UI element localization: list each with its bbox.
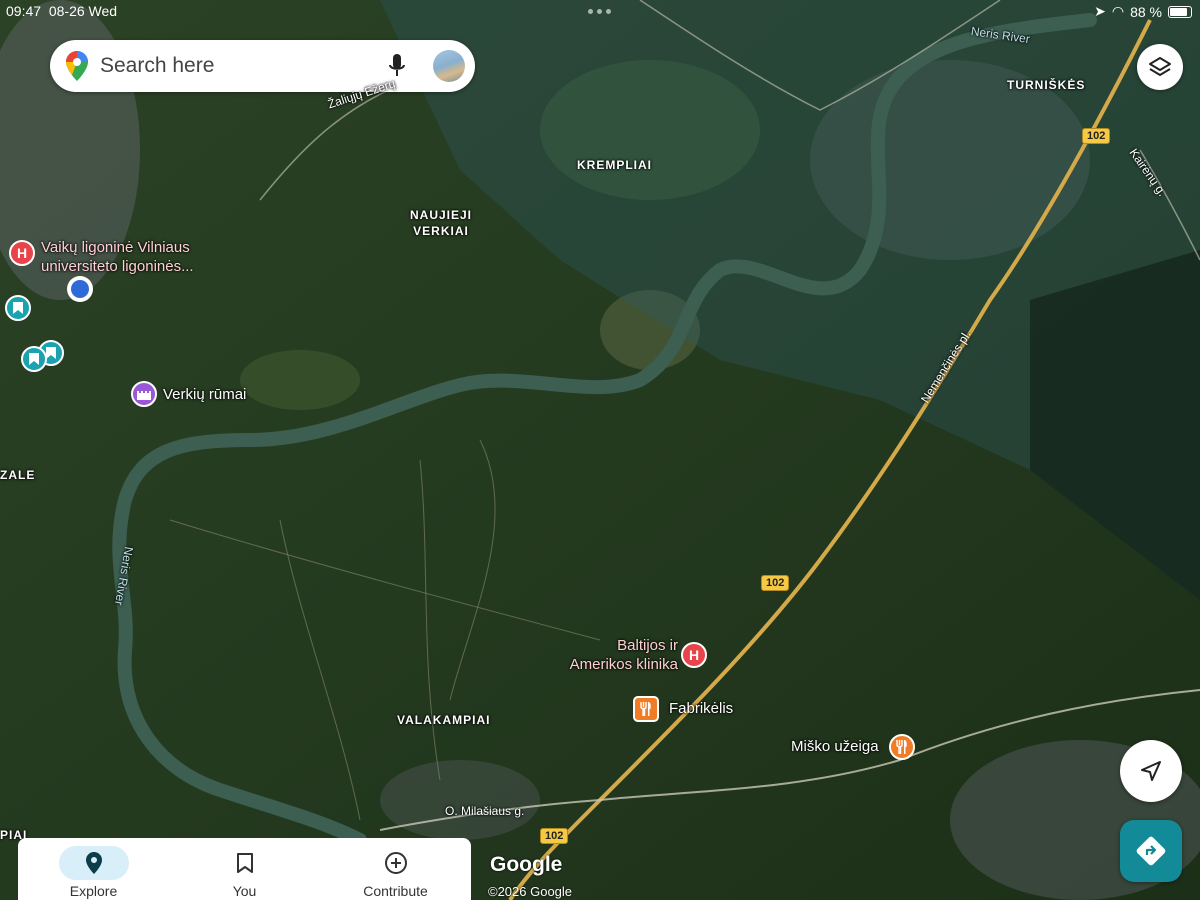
hospital-pin[interactable]: H [9,240,35,266]
place-label-verkiu-rumai[interactable]: Verkių rūmai [163,386,246,403]
layers-icon [1149,57,1171,76]
search-input[interactable]: Search here [100,54,389,78]
avatar[interactable] [433,50,465,82]
tab-you[interactable]: You [169,838,320,900]
bookmark-icon [236,853,253,873]
navigation-arrow-icon [1141,761,1161,781]
clinic-pin[interactable]: H [681,642,707,668]
area-label-valakampiai: VALAKAMPIAI [397,713,491,727]
place-label-misko-uzeiga[interactable]: Miško užeiga [791,738,879,755]
route-shield: 102 [1082,128,1111,144]
tab-you-label: You [232,883,257,899]
bookmark-icon [13,302,23,314]
tab-contribute-label: Contribute [363,883,428,899]
area-label-krempliai: KREMPLIAI [577,158,652,172]
microphone-icon[interactable] [389,54,405,78]
saved-place-pin[interactable] [5,295,31,321]
tab-explore[interactable]: Explore [18,838,169,900]
castle-icon [137,391,151,400]
tab-contribute[interactable]: Contribute [320,838,471,900]
status-icons: ➤ ◠ 88 % [1094,3,1192,20]
area-label-zale: ZALE [0,468,36,482]
google-logo: Google [490,853,563,876]
status-time-date: 09:47 08-26 Wed [6,3,117,19]
layers-button[interactable] [1137,44,1183,90]
road-label-milasiaus: O. Milašiaus g. [445,804,525,818]
directions-button[interactable] [1120,820,1182,882]
bookmark-icon [29,353,39,365]
landmark-pin[interactable] [131,381,157,407]
status-time: 09:47 [6,3,42,19]
satellite-map[interactable] [0,0,1200,900]
fork-knife-icon [640,702,651,716]
area-label-naujieji-verkiai: NAUJIEJI VERKIAI [410,208,473,238]
route-shield: 102 [540,828,569,844]
battery-percent: 88 % [1130,3,1162,20]
bookmark-icon [46,347,56,359]
restaurant-pin[interactable] [889,734,915,760]
my-location-button[interactable] [1120,740,1182,802]
area-label-turniskes: TURNIŠKĖS [1007,78,1086,92]
directions-icon [1136,836,1166,866]
place-label-fabrikelis[interactable]: Fabrikėlis [669,700,733,717]
search-bar[interactable]: Search here [50,40,475,92]
bottom-nav: Explore You Contribute [18,838,471,900]
status-date: 08-26 Wed [48,3,118,19]
location-pin-icon [85,852,102,874]
fork-knife-icon [896,740,907,754]
google-maps-pin-icon [66,51,88,81]
place-label-baltijos[interactable]: Baltijos ir Amerikos klinika [556,636,678,674]
place-label-hospital[interactable]: Vaikų ligoninė Vilniaus universiteto lig… [41,238,211,276]
multitask-dots[interactable] [588,9,611,14]
location-arrow-icon: ➤ [1094,3,1106,19]
route-shield: 102 [761,575,790,591]
add-circle-icon [384,852,407,874]
copyright-text[interactable]: ©2026 Google [488,884,572,899]
wifi-icon: ◠ [1111,3,1125,19]
restaurant-pin[interactable] [633,696,659,722]
tab-explore-label: Explore [69,883,118,899]
saved-place-pin[interactable] [21,346,47,372]
battery-icon [1168,5,1192,18]
